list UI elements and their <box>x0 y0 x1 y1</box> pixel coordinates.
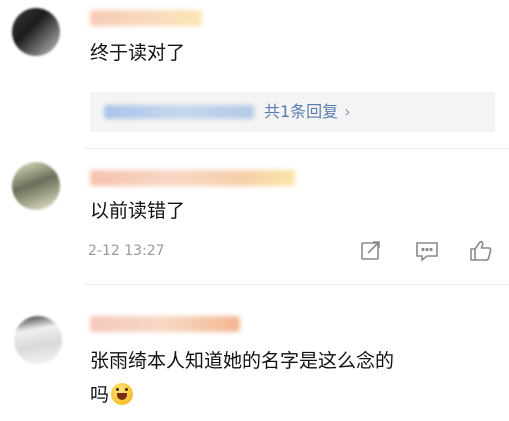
divider <box>84 284 509 285</box>
divider <box>84 148 509 149</box>
author-name-blurred[interactable] <box>90 170 295 186</box>
avatar[interactable] <box>12 162 60 210</box>
comment-timestamp: 2-12 13:27 <box>88 243 165 259</box>
view-replies-link[interactable]: 共1条回复 › <box>264 101 351 123</box>
comment-text: 以前读错了 <box>90 200 186 222</box>
laughing-emoji-icon <box>111 383 134 405</box>
chevron-right-icon: › <box>344 102 351 121</box>
author-name-blurred[interactable] <box>90 10 202 26</box>
reply-count-label: 共1条回复 <box>264 102 339 121</box>
like-icon[interactable] <box>468 238 494 264</box>
reply-summary-box[interactable]: 共1条回复 › <box>90 92 495 132</box>
comment-text: 张雨绮本人知道她的名字是这么念的 吗 <box>90 344 500 412</box>
comment-text-end: 吗 <box>90 384 110 406</box>
comment-text: 终于读对了 <box>90 42 186 64</box>
reply-author-blurred <box>104 105 254 119</box>
comment-text-line: 张雨绮本人知道她的名字是这么念的 <box>90 350 395 372</box>
comment-icon[interactable] <box>414 238 440 264</box>
comment-text-line: 吗 <box>90 378 500 412</box>
avatar[interactable] <box>12 8 60 56</box>
author-name-blurred[interactable] <box>90 316 240 332</box>
comment-item: 终于读对了 共1条回复 › <box>0 0 509 148</box>
avatar[interactable] <box>14 316 62 364</box>
share-icon[interactable] <box>358 238 384 264</box>
